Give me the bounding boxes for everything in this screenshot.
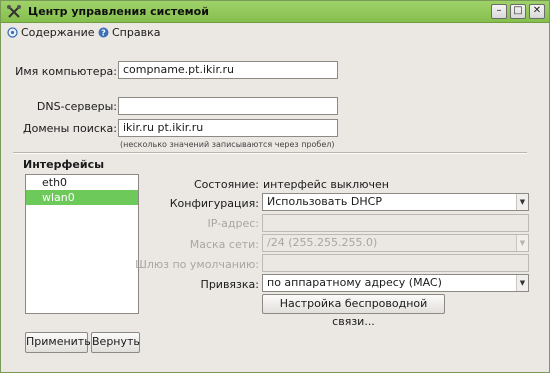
state-value: интерфейс выключен: [263, 178, 389, 191]
maximize-button[interactable]: □: [510, 4, 526, 19]
configuration-select[interactable]: Использовать DHCP ▼: [262, 193, 529, 211]
section-divider: [13, 152, 527, 154]
hostname-label: Имя компьютера:: [15, 65, 117, 78]
netmask-value: /24 (255.255.255.0): [267, 236, 378, 249]
help-icon: ?: [98, 27, 109, 37]
apply-button[interactable]: Применить: [25, 332, 91, 353]
control-center-window: Центр управления системой – □ ✕ Содержан…: [0, 0, 550, 373]
interfaces-title: Интерфейсы: [23, 158, 105, 171]
dns-servers-field[interactable]: [118, 97, 338, 115]
search-domains-field[interactable]: ikir.ru pt.ikir.ru: [118, 119, 338, 137]
chevron-down-icon: ▼: [516, 275, 528, 291]
default-gateway-field: [262, 254, 529, 272]
contents-icon: [7, 26, 18, 38]
window-title: Центр управления системой: [28, 5, 209, 18]
tools-icon: [7, 5, 21, 18]
svg-text:?: ?: [101, 28, 106, 37]
menu-item-help[interactable]: ? Справка: [98, 25, 160, 39]
search-domains-hint: (несколько значений записываются через п…: [120, 140, 335, 149]
title-bar[interactable]: Центр управления системой – □ ✕: [1, 1, 549, 23]
revert-button[interactable]: Вернуть: [91, 332, 140, 353]
default-gateway-label: Шлюз по умолчанию:: [135, 258, 259, 271]
list-item-eth0[interactable]: eth0: [26, 175, 138, 190]
netmask-select: /24 (255.255.255.0) ▼: [262, 234, 529, 252]
chevron-down-icon: ▼: [516, 235, 528, 251]
close-button[interactable]: ✕: [529, 4, 545, 19]
binding-value: по аппаратному адресу (MAC): [267, 276, 442, 289]
menu-item-contents[interactable]: Содержание: [7, 25, 95, 39]
wireless-settings-button[interactable]: Настройка беспроводной связи...: [262, 294, 445, 328]
netmask-label: Маска сети:: [189, 238, 259, 251]
ip-address-field: [262, 214, 529, 232]
menu-bar: Содержание ? Справка: [1, 23, 549, 41]
list-item-wlan0[interactable]: wlan0: [26, 190, 138, 205]
configuration-label: Конфигурация:: [169, 197, 259, 210]
search-domains-label: Домены поиска:: [23, 122, 117, 135]
binding-label: Привязка:: [200, 278, 259, 291]
minimize-button[interactable]: –: [491, 4, 507, 19]
dns-servers-label: DNS-серверы:: [36, 100, 117, 113]
hostname-field[interactable]: compname.pt.ikir.ru: [118, 61, 338, 79]
binding-select[interactable]: по аппаратному адресу (MAC) ▼: [262, 274, 529, 292]
state-label: Состояние:: [193, 178, 259, 191]
menu-item-contents-label: Содержание: [21, 25, 95, 39]
ip-address-label: IP-адрес:: [207, 217, 259, 230]
chevron-down-icon: ▼: [516, 194, 528, 210]
configuration-value: Использовать DHCP: [267, 195, 382, 208]
menu-item-help-label: Справка: [112, 25, 161, 39]
interfaces-list[interactable]: eth0 wlan0: [25, 174, 139, 314]
